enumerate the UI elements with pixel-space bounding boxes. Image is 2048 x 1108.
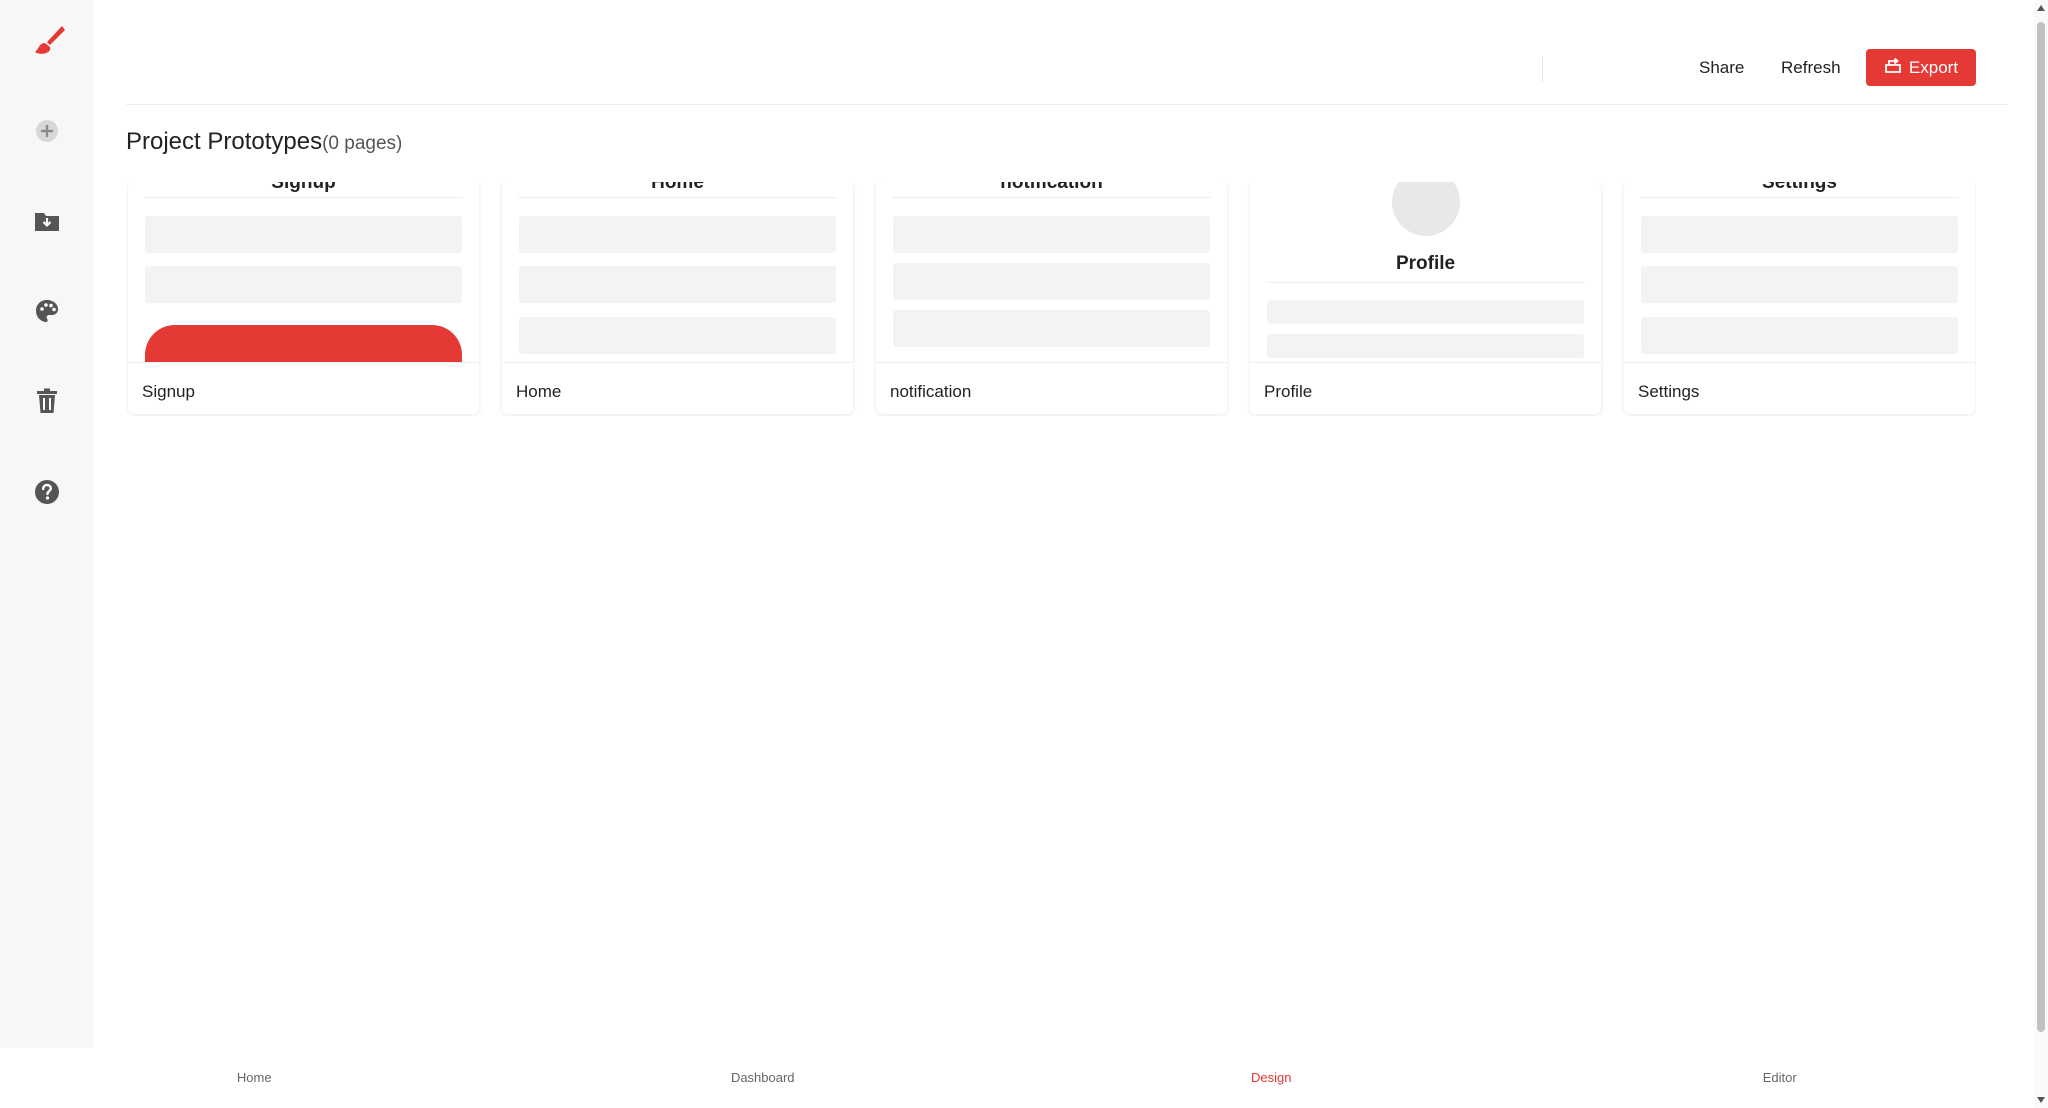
scroll-up-icon[interactable] [2037,5,2045,11]
export-button[interactable]: Export [1866,49,1976,86]
placeholder-field [145,266,462,303]
bottom-nav: Home Dashboard Design Editor [0,1048,2034,1108]
palette-icon[interactable] [27,291,67,331]
nav-editor[interactable]: Editor [1526,1048,2035,1108]
brush-icon[interactable] [27,22,67,62]
preview-title: Signup [271,182,336,193]
card-divider [1250,362,1601,363]
prototype-card-settings[interactable]: Settings Settings [1624,182,1975,414]
header-divider [1542,56,1543,82]
placeholder-field [893,263,1210,300]
preview-title: Home [651,182,704,193]
placeholder-field [1267,334,1584,358]
card-label: notification [890,382,972,401]
card-divider [876,362,1227,363]
export-icon [1884,56,1902,79]
prototype-card-home[interactable]: Home Home [502,182,853,414]
placeholder-field [519,317,836,354]
placeholder-field [145,216,462,253]
card-divider [502,362,853,363]
scrollbar-thumb[interactable] [2037,22,2045,1032]
avatar [1392,182,1460,236]
card-label: Profile [1264,382,1313,401]
export-label: Export [1908,57,1959,77]
placeholder-field [893,216,1210,253]
card-preview: Settings [1624,182,1975,362]
placeholder-field [893,310,1210,347]
share-button[interactable]: Share [1691,50,1752,86]
card-label: Signup [142,382,195,401]
card-preview: Home [502,182,853,362]
prototype-card-signup[interactable]: Signup Signup [128,182,479,414]
nav-dashboard[interactable]: Dashboard [509,1048,1018,1108]
sidebar [0,0,94,1048]
refresh-button[interactable]: Refresh [1773,50,1849,86]
preview-divider [144,197,463,198]
scrollbar[interactable] [2034,0,2048,1108]
card-label: Settings [1638,382,1700,401]
preview-title: notification [1000,182,1103,193]
prototype-card-notification[interactable]: notification notification [876,182,1227,414]
placeholder-field [519,216,836,253]
placeholder-field [1641,266,1958,303]
card-divider [128,362,479,363]
folder-download-icon[interactable] [27,201,67,241]
placeholder-field [1641,317,1958,354]
card-divider [1624,362,1975,363]
plus-circle-icon[interactable] [27,111,67,151]
placeholder-field [1267,300,1584,324]
placeholder-field [519,266,836,303]
placeholder-field [1641,216,1958,253]
preview-title: Profile [1395,253,1456,274]
preview-divider [1266,282,1585,283]
card-preview: notification [876,182,1227,362]
page-count: (0 pages) [322,133,403,154]
trash-icon[interactable] [27,381,67,421]
prototype-cards: Signup Signup Home Home notification not… [126,182,1976,416]
prototype-card-profile[interactable]: Profile Profile [1250,182,1601,414]
preview-divider [892,197,1211,198]
scroll-down-icon[interactable] [2037,1097,2045,1103]
nav-design[interactable]: Design [1017,1048,1526,1108]
card-preview: Signup [128,182,479,362]
card-preview: Profile [1250,182,1601,362]
help-icon[interactable] [27,472,67,512]
preview-divider [518,197,837,198]
preview-title: Settings [1762,182,1837,193]
card-label: Home [516,382,562,401]
page-title: Project Prototypes(0 pages) [126,128,402,156]
preview-divider [1640,197,1959,198]
page-title-text: Project Prototypes [126,128,323,155]
nav-home[interactable]: Home [0,1048,509,1108]
placeholder-button [145,325,462,362]
